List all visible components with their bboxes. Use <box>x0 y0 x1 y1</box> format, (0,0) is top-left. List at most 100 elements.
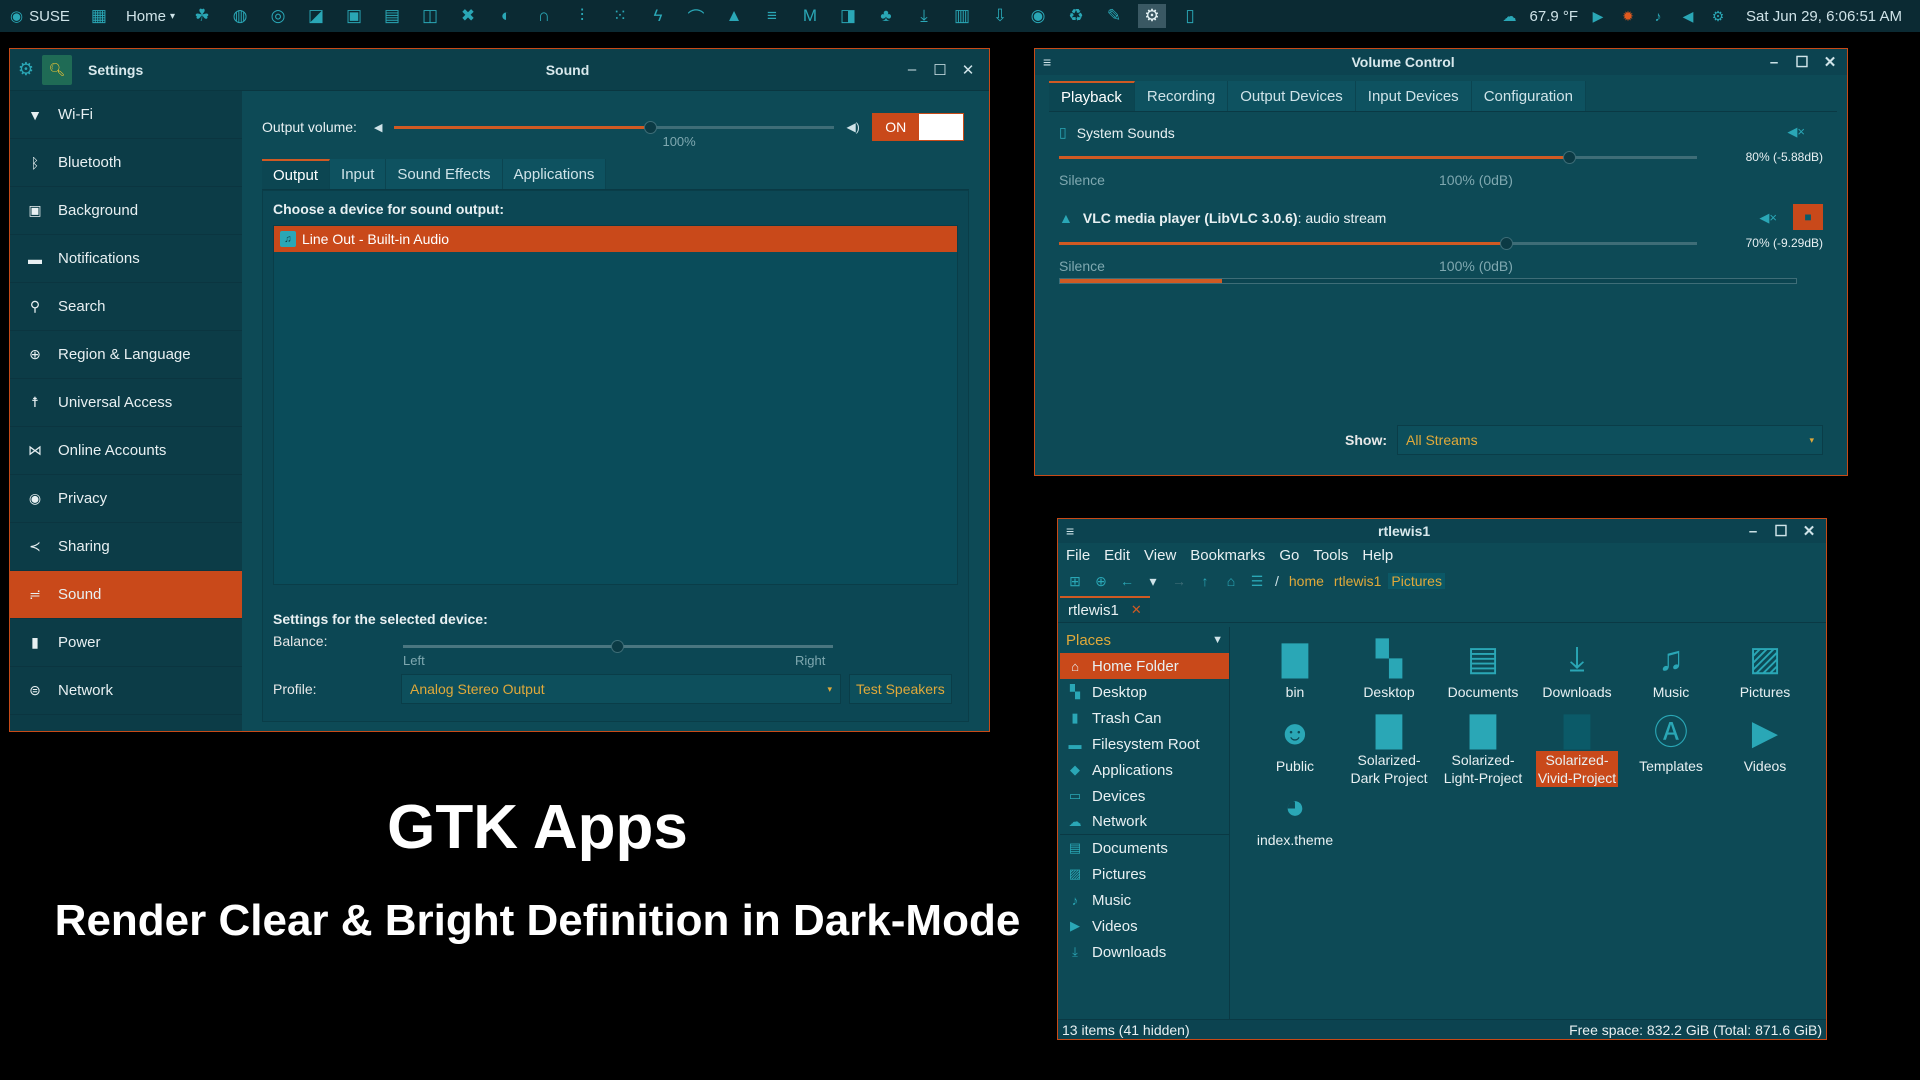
files-icon[interactable]: ▤ <box>378 4 406 28</box>
place-trash[interactable]: ▮ Trash Can <box>1060 705 1229 731</box>
place-applications[interactable]: ◆ Applications <box>1060 757 1229 783</box>
file-item-music[interactable]: ♫ Music <box>1624 639 1718 713</box>
stream-volume-knob[interactable] <box>1563 151 1577 164</box>
menu-icon[interactable]: ≡ <box>1043 54 1051 70</box>
outlook-icon[interactable]: ◨ <box>834 4 862 28</box>
tab-input[interactable]: Input <box>330 159 387 189</box>
file-item-documents[interactable]: ▤ Documents <box>1436 639 1530 713</box>
sidebar-item-privacy[interactable]: ◉ Privacy <box>10 475 242 523</box>
file-item-desktop[interactable]: ▚ Desktop <box>1342 639 1436 713</box>
sidebar-item-background[interactable]: ▣ Background <box>10 187 242 235</box>
list-icon[interactable]: ≡ <box>758 4 786 28</box>
place-network[interactable]: ☁ Network <box>1060 809 1229 835</box>
home-icon[interactable]: ⌂ <box>1220 573 1242 589</box>
close-button[interactable]: ✕ <box>959 61 977 79</box>
stream-volume-knob[interactable] <box>1499 237 1513 250</box>
gear-icon[interactable]: ⚙ <box>1708 6 1728 26</box>
tab-recording[interactable]: Recording <box>1134 81 1229 111</box>
sidebar-item-region-language[interactable]: ⊕ Region & Language <box>10 331 242 379</box>
tab-output[interactable]: Output <box>262 159 331 189</box>
weather-icon[interactable]: ☁ <box>1500 6 1520 26</box>
terminal-icon[interactable]: ▣ <box>340 4 368 28</box>
up-arrow-icon[interactable]: ↑ <box>1194 573 1216 589</box>
settings-icon[interactable]: ⚙ <box>1138 4 1166 28</box>
microphone-icon[interactable]: ♪ <box>1648 6 1668 26</box>
podcast-icon[interactable]: ◐ <box>492 4 520 28</box>
bookmark-documents[interactable]: ▤ Documents <box>1060 835 1229 861</box>
sidebar-item-notifications[interactable]: ▬ Notifications <box>10 235 242 283</box>
sidebar-item-sharing[interactable]: ≺ Sharing <box>10 523 242 571</box>
tab-applications[interactable]: Applications <box>502 159 607 189</box>
dots-icon[interactable]: ⁙ <box>606 4 634 28</box>
file-item-pictures[interactable]: ▨ Pictures <box>1718 639 1812 713</box>
sidebar-item-online-accounts[interactable]: ⋈ Online Accounts <box>10 427 242 475</box>
menu-edit[interactable]: Edit <box>1104 547 1130 564</box>
download-icon[interactable]: ⤓ <box>910 4 938 28</box>
new-tab-icon[interactable]: ⊞ <box>1064 573 1086 590</box>
menu-icon[interactable]: ≡ <box>1066 523 1074 539</box>
file-item-public[interactable]: ☻ Public <box>1248 713 1342 787</box>
minimize-button[interactable]: – <box>1744 522 1762 540</box>
forward-arrow-icon[interactable]: → <box>1168 573 1190 589</box>
minimize-button[interactable]: – <box>1765 53 1783 71</box>
sidebar-item-universal-access[interactable]: ☨ Universal Access <box>10 379 242 427</box>
back-arrow-icon[interactable]: ← <box>1116 573 1138 589</box>
menu-file[interactable]: File <box>1066 547 1090 564</box>
lock-channels-button[interactable]: ■ <box>1793 204 1823 230</box>
place-desktop[interactable]: ▚ Desktop <box>1060 679 1229 705</box>
distro-menu[interactable]: ◉ SUSE <box>0 7 80 26</box>
maximize-button[interactable]: ☐ <box>1772 522 1790 540</box>
app-grid-icon[interactable]: ▦ <box>85 4 113 28</box>
bug-icon[interactable]: ✹ <box>1618 6 1638 26</box>
tab-sound-effects[interactable]: Sound Effects <box>386 159 503 189</box>
camera-icon[interactable]: ◫ <box>416 4 444 28</box>
minimize-button[interactable]: – <box>903 61 921 79</box>
balance-knob[interactable] <box>611 640 624 653</box>
file-item-downloads[interactable]: ⤓ Downloads <box>1530 639 1624 713</box>
breadcrumb-rtlewis1[interactable]: rtlewis1 <box>1331 573 1384 589</box>
new-window-icon[interactable]: ⊕ <box>1090 573 1112 590</box>
close-tab-icon[interactable]: ✕ <box>1131 602 1142 618</box>
maximize-button[interactable]: ☐ <box>1793 53 1811 71</box>
eye-icon[interactable]: ◉ <box>1024 4 1052 28</box>
breadcrumb-home[interactable]: home <box>1286 573 1327 589</box>
gecko-icon[interactable]: ☘ <box>188 4 216 28</box>
sidebar-item-bluetooth[interactable]: ᛒ Bluetooth <box>10 139 242 187</box>
places-header[interactable]: Places ▼ <box>1060 627 1229 653</box>
sidebar-item-network[interactable]: ⊜ Network <box>10 667 242 715</box>
arrow-down-box-icon[interactable]: ⇩ <box>986 4 1014 28</box>
bookmark-pictures[interactable]: ▨ Pictures <box>1060 861 1229 887</box>
output-volume-slider[interactable]: 100% <box>394 120 835 149</box>
calculator-icon[interactable]: ▥ <box>948 4 976 28</box>
device-item[interactable]: ♫ Line Out - Built-in Audio <box>274 226 957 252</box>
media-play-icon[interactable]: ▶ <box>1588 6 1608 26</box>
volume-icon[interactable]: ◀ <box>1678 6 1698 26</box>
close-button[interactable]: ✕ <box>1821 53 1839 71</box>
file-item-solarized-dark[interactable]: ▇ Solarized- Dark Project <box>1342 713 1436 787</box>
gear-icon[interactable]: ⚙ <box>10 49 42 91</box>
tab-playback[interactable]: Playback <box>1049 81 1135 111</box>
thunderbolt-icon[interactable]: ϟ <box>644 4 672 28</box>
sidebar-item-sound[interactable]: ≓ Sound <box>10 571 242 619</box>
recycle-icon[interactable]: ♻ <box>1062 4 1090 28</box>
firefox-icon[interactable]: ◍ <box>226 4 254 28</box>
stream-volume-slider[interactable] <box>1059 151 1697 164</box>
home-menu[interactable]: Home ▾ <box>118 8 183 25</box>
profile-dropdown[interactable]: Analog Stereo Output ▾ <box>401 674 841 704</box>
menu-view[interactable]: View <box>1144 547 1176 564</box>
test-speakers-button[interactable]: Test Speakers <box>849 674 952 704</box>
mute-icon[interactable]: ◀× <box>1759 210 1777 226</box>
chrome-icon[interactable]: ◎ <box>264 4 292 28</box>
brush-icon[interactable]: ✎ <box>1100 4 1128 28</box>
menu-bookmarks[interactable]: Bookmarks <box>1190 547 1265 564</box>
mute-icon[interactable]: ◀× <box>1787 124 1805 140</box>
recycle-tree-icon[interactable]: ♣ <box>872 4 900 28</box>
bookmark-downloads[interactable]: ⤓ Downloads <box>1060 939 1229 965</box>
show-dropdown[interactable]: All Streams ▾ <box>1397 425 1823 455</box>
maximize-button[interactable]: ☐ <box>931 61 949 79</box>
breadcrumb-root[interactable]: / <box>1272 573 1282 589</box>
gmail-icon[interactable]: M <box>796 4 824 28</box>
mixer-icon[interactable]: ⫶ <box>568 4 596 28</box>
menu-tools[interactable]: Tools <box>1313 547 1348 564</box>
inkscape-icon[interactable]: ▲ <box>720 4 748 28</box>
